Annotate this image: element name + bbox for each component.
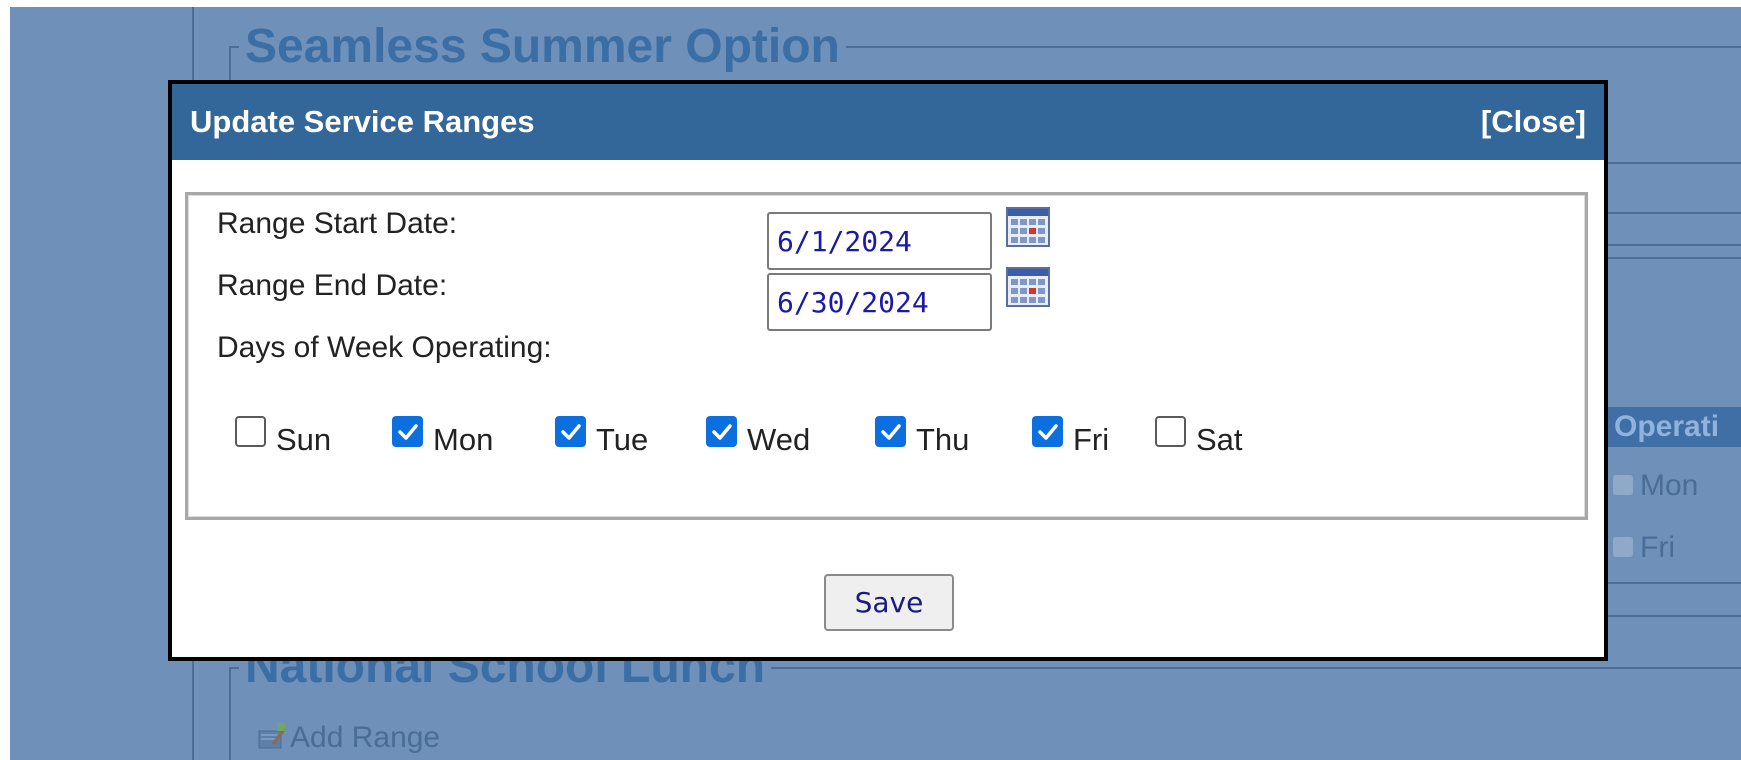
days-of-week-label: Days of Week Operating:: [217, 331, 552, 364]
day-label: Sun: [276, 422, 332, 457]
add-range-icon: [258, 723, 285, 749]
background-operating-header: Operati: [1608, 407, 1741, 447]
checkmark-icon: [880, 423, 901, 440]
day-checkbox-thu[interactable]: Thu: [875, 414, 969, 457]
background-day-mon: Mon: [1640, 469, 1699, 502]
checkbox[interactable]: [1155, 416, 1186, 447]
day-label: Thu: [916, 422, 970, 457]
dialog-title: Update Service Ranges: [190, 104, 535, 139]
screen: Seamless Summer Option Operati Mon Fri N…: [0, 0, 1741, 760]
range-end-label: Range End Date:: [217, 269, 448, 302]
range-start-date-input[interactable]: [767, 212, 992, 270]
day-checkbox-wed[interactable]: Wed: [706, 414, 810, 457]
seamless-summer-title: Seamless Summer Option: [239, 17, 846, 77]
day-checkbox-sat[interactable]: Sat: [1155, 414, 1243, 457]
checkbox[interactable]: [706, 416, 737, 447]
checkbox[interactable]: [555, 416, 586, 447]
range-end-date-input[interactable]: [767, 273, 992, 331]
background-add-range: Add Range: [290, 721, 441, 754]
day-checkbox-tue[interactable]: Tue: [555, 414, 648, 457]
save-button[interactable]: Save: [824, 574, 954, 631]
day-checkbox-fri[interactable]: Fri: [1032, 414, 1109, 457]
day-label: Fri: [1073, 422, 1110, 457]
background-checkbox: [1613, 537, 1633, 557]
checkmark-icon: [711, 423, 732, 440]
day-label: Tue: [596, 422, 649, 457]
range-start-label: Range Start Date:: [217, 207, 458, 240]
checkbox[interactable]: [1032, 416, 1063, 447]
dialog-header: Update Service Ranges [Close]: [172, 84, 1604, 160]
day-label: Mon: [433, 422, 494, 457]
checkbox[interactable]: [875, 416, 906, 447]
update-service-ranges-dialog: Update Service Ranges [Close] Range Star…: [168, 80, 1608, 661]
day-checkbox-sun[interactable]: Sun: [235, 414, 331, 457]
calendar-icon[interactable]: [1006, 207, 1050, 247]
service-range-form: Range Start Date: Range End Date:: [185, 192, 1588, 520]
day-label: Wed: [747, 422, 811, 457]
background-day-fri: Fri: [1640, 531, 1675, 564]
background-checkbox: [1613, 475, 1633, 495]
close-link[interactable]: [Close]: [1481, 84, 1586, 160]
day-checkbox-mon[interactable]: Mon: [392, 414, 493, 457]
checkbox[interactable]: [392, 416, 423, 447]
checkmark-icon: [1037, 423, 1058, 440]
checkmark-icon: [397, 423, 418, 440]
day-label: Sat: [1196, 422, 1243, 457]
checkmark-icon: [560, 423, 581, 440]
checkbox[interactable]: [235, 416, 266, 447]
calendar-icon[interactable]: [1006, 267, 1050, 307]
